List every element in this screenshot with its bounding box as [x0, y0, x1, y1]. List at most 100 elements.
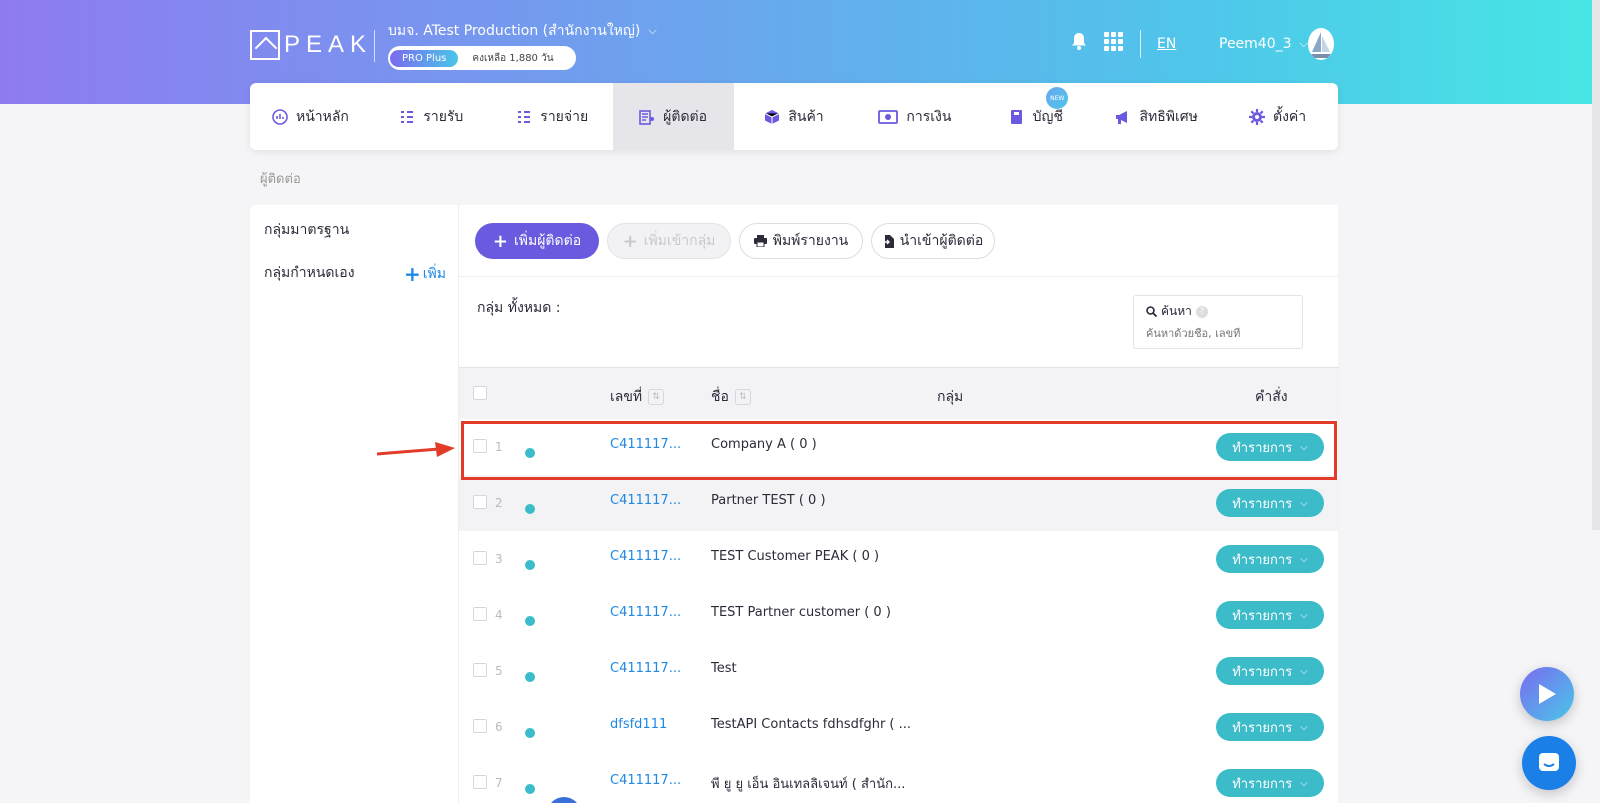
income-list-icon [401, 110, 414, 123]
logo-mark-icon [250, 30, 280, 60]
table-row[interactable]: 4 C411117... TEST Partner customer ( 0 ) ทำ… [459, 587, 1339, 643]
import-contacts-button[interactable]: นำเข้าผู้ติดต่อ [871, 223, 995, 259]
row-checkbox[interactable] [473, 439, 487, 453]
language-toggle[interactable]: EN [1157, 36, 1176, 52]
row-number: 7 [495, 776, 503, 790]
peak-logo[interactable]: PEAK [250, 30, 372, 60]
bell-icon[interactable] [1071, 32, 1087, 50]
chevron-down-icon: ⌵ [1300, 441, 1308, 453]
nav-item-3[interactable]: ผู้ติดต่อ [612, 83, 734, 150]
add-to-group-button[interactable]: + เพิ่มเข้ากลุ่ม [607, 223, 731, 259]
standard-group-link[interactable]: กลุ่มมาตรฐาน [264, 219, 349, 241]
nav-item-8[interactable]: ตั้งค่า [1217, 83, 1338, 150]
chevron-down-icon: ⌵ [1300, 665, 1308, 677]
sort-icon[interactable]: ⇅ [734, 389, 751, 405]
print-report-button[interactable]: พิมพ์รายงาน [739, 223, 863, 259]
plan-badge: PRO Plus คงเหลือ 1,880 วัน [388, 46, 576, 70]
contact-code-link[interactable]: C411117... [610, 549, 681, 564]
nav-item-2[interactable]: รายจ่าย [492, 83, 613, 150]
peak-avatar: PEAK [547, 797, 581, 803]
apps-grid-icon[interactable] [1104, 32, 1123, 51]
table-row[interactable]: 1 C411117... Company A ( 0 ) ทำรายการ ⌵ [459, 419, 1339, 475]
contact-name[interactable]: Partner TEST ( 0 ) [711, 493, 826, 508]
action-dropdown-button[interactable]: ทำรายการ ⌵ [1216, 433, 1324, 461]
action-dropdown-button[interactable]: ทำรายการ ⌵ [1216, 545, 1324, 573]
row-checkbox[interactable] [473, 495, 487, 509]
row-checkbox[interactable] [473, 607, 487, 621]
row-checkbox[interactable] [473, 775, 487, 789]
action-dropdown-button[interactable]: ทำรายการ ⌵ [1216, 713, 1324, 741]
group-sidebar: กลุ่มมาตรฐาน กลุ่มกำหนดเอง [250, 205, 458, 803]
action-dropdown-button[interactable]: ทำรายการ ⌵ [1216, 601, 1324, 629]
status-dot-icon [525, 504, 535, 514]
action-dropdown-button[interactable]: ทำรายการ ⌵ [1216, 489, 1324, 517]
status-dot-icon [525, 672, 535, 682]
page-scrollbar[interactable] [1592, 0, 1600, 530]
add-to-group-label: เพิ่มเข้ากลุ่ม [643, 233, 716, 249]
money-icon [878, 109, 899, 124]
action-label: ทำรายการ [1232, 496, 1293, 512]
name-column-header[interactable]: ชื่อ ⇅ [711, 386, 751, 408]
nav-item-label: รายรับ [423, 108, 464, 125]
header-divider [374, 30, 375, 62]
chat-support-button[interactable] [1522, 736, 1576, 790]
code-column-header[interactable]: เลขที่ ⇅ [610, 386, 665, 408]
table-row[interactable]: 2 C411117... Partner TEST ( 0 ) ทำรายการ ⌵ [459, 475, 1339, 531]
nav-item-4[interactable]: สินค้า [734, 83, 855, 150]
nav-item-label: รายจ่าย [540, 108, 589, 125]
select-all-checkbox[interactable] [473, 386, 487, 400]
table-row[interactable]: 3 C411117... TEST Customer PEAK ( 0 ) ทำราย… [459, 531, 1339, 587]
megaphone-icon [1116, 110, 1128, 124]
code-header-label: เลขที่ [610, 389, 643, 405]
contact-name[interactable]: TestAPI Contacts fdhsdfghr ( ... [711, 717, 911, 732]
add-contact-button[interactable]: + เพิ่มผู้ติดต่อ [475, 223, 599, 259]
contact-code-link[interactable]: C411117... [610, 773, 681, 788]
contact-code-link[interactable]: C411117... [610, 437, 681, 452]
add-contact-label: เพิ่มผู้ติดต่อ [513, 233, 582, 249]
contact-code-link[interactable]: C411117... [610, 493, 681, 508]
table-row[interactable]: 6 dfsfd111 TestAPI Contacts fdhsdfghr ( ..… [459, 699, 1339, 755]
nav-item-5[interactable]: การเงิน [854, 83, 975, 150]
chevron-down-icon: ⌵ [648, 24, 657, 37]
row-number: 4 [495, 608, 503, 622]
user-menu[interactable]: Peem40_3 ⌵ [1219, 36, 1308, 52]
contact-name[interactable]: TEST Partner customer ( 0 ) [711, 605, 891, 620]
contact-code-link[interactable]: dfsfd111 [610, 717, 667, 732]
nav-item-label: ตั้งค่า [1272, 108, 1307, 125]
play-tutorial-button[interactable] [1520, 667, 1574, 721]
row-number: 3 [495, 552, 503, 566]
plus-icon: + [622, 230, 638, 252]
nav-item-1[interactable]: รายรับ [371, 83, 492, 150]
row-checkbox[interactable] [473, 551, 487, 565]
chat-icon [1539, 753, 1559, 771]
action-dropdown-button[interactable]: ทำรายการ ⌵ [1216, 657, 1324, 685]
contact-name[interactable]: Test [711, 661, 737, 676]
sort-icon[interactable]: ⇅ [648, 389, 665, 405]
nav-item-0[interactable]: หน้าหลัก [250, 83, 371, 150]
contact-name[interactable]: TEST Customer PEAK ( 0 ) [711, 549, 879, 564]
search-box[interactable]: ค้นหา ? [1133, 295, 1303, 349]
table-row[interactable]: 5 C411117... Test ทำรายการ ⌵ [459, 643, 1339, 699]
row-checkbox[interactable] [473, 663, 487, 677]
printer-icon [753, 235, 767, 247]
action-dropdown-button[interactable]: ทำรายการ ⌵ [1216, 769, 1324, 797]
contact-code-link[interactable]: C411117... [610, 661, 681, 676]
nav-item-7[interactable]: สิทธิพิเศษ [1096, 83, 1217, 150]
help-icon[interactable]: ? [1195, 305, 1208, 318]
main-nav: หน้าหลัก รายรับ รายจ่าย ผู้ติดต่อ สินค้า การเ… [250, 83, 1338, 150]
status-dot-icon [525, 728, 535, 738]
add-group-button[interactable]: + เพิ่ม [404, 262, 446, 286]
toolbar: + เพิ่มผู้ติดต่อ + เพิ่มเข้ากลุ่ม พิมพ์ร… [459, 205, 1339, 277]
search-input[interactable] [1146, 327, 1291, 340]
table-row[interactable]: 7 PEAK C411117... พี ยู ยู เอ็น อินเทลลิเจน… [459, 755, 1339, 803]
row-checkbox[interactable] [473, 719, 487, 733]
contact-name[interactable]: Company A ( 0 ) [711, 437, 817, 452]
company-selector[interactable]: บมจ. ATest Production (สำนักงานใหญ่) ⌵ [388, 20, 657, 42]
nav-item-label: การเงิน [906, 108, 952, 125]
contact-name[interactable]: พี ยู ยู เอ็น อินเทลลิเจนท์ ( สำนัก... [711, 773, 905, 794]
plus-icon: + [492, 230, 508, 252]
nav-item-6[interactable]: บัญชี NEW [975, 83, 1096, 150]
row-number: 2 [495, 496, 503, 510]
user-avatar[interactable] [1308, 28, 1334, 60]
contact-code-link[interactable]: C411117... [610, 605, 681, 620]
